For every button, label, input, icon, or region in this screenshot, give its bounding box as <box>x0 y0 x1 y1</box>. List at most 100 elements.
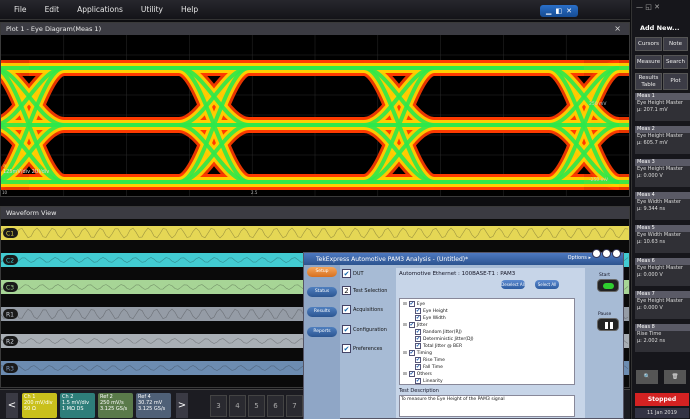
step-test-selection[interactable]: 2 Test Selection <box>342 286 387 295</box>
checkbox[interactable]: ✔ <box>415 343 421 349</box>
measurement-badge[interactable]: Meas 7 Eye Height Master μ: 0.000 V <box>635 291 690 319</box>
axis-tick-label: 2.5 <box>251 190 258 195</box>
test-item[interactable]: ✔ Deterministic Jitter(DJ) <box>415 336 474 342</box>
cursors-button[interactable]: Cursors <box>635 37 662 51</box>
nav-status[interactable]: Status <box>307 287 337 297</box>
pause-icon <box>605 322 608 329</box>
check-icon: ✔ <box>342 269 351 278</box>
deselect-all-button[interactable]: Deselect All <box>501 280 525 289</box>
test-item[interactable]: ✔ Eye Height <box>415 308 448 314</box>
checkbox[interactable]: ✔ <box>415 336 421 342</box>
checkbox[interactable]: ✔ <box>415 315 421 321</box>
dialog-window-buttons <box>592 249 621 258</box>
axis-tick-label: 10 <box>2 190 8 195</box>
test-item[interactable]: ✔ Total Jitter @ BER <box>415 343 462 349</box>
step-number-icon: 2 <box>342 286 351 295</box>
measurement-badge[interactable]: Meas 1 Eye Height Master μ: 207.1 mV <box>635 93 690 121</box>
measurement-badge[interactable]: Meas 2 Eye Height Master μ: 605.7 mV <box>635 126 690 154</box>
measurement-badge[interactable]: Meas 5 Eye Width Master μ: 10.63 ns <box>635 225 690 253</box>
channel-button-5[interactable]: 5 <box>248 395 265 417</box>
options-menu[interactable]: Options ▸ <box>568 255 591 261</box>
check-icon: ✔ <box>342 344 351 353</box>
test-item[interactable]: ⊟ ✔ Eye <box>403 301 425 307</box>
scope-app: File Edit Applications Utility Help ▁ ◧ … <box>0 0 690 419</box>
system-tray[interactable]: ▁ ◧ ✕ <box>540 5 578 17</box>
plot-close-icon[interactable]: × <box>614 24 621 33</box>
test-item[interactable]: ✔ Fall Time <box>415 364 443 370</box>
nav-setup[interactable]: Setup <box>307 267 337 277</box>
step-configuration[interactable]: ✔ Configuration <box>342 325 387 334</box>
waveform-title: Waveform View <box>6 209 57 217</box>
step-dut[interactable]: ✔ DUT <box>342 269 364 278</box>
zoom-icon[interactable]: 🔍 <box>636 370 658 384</box>
measurement-badge[interactable]: Meas 8 Rise Time μ: 2.002 ns <box>635 324 690 352</box>
checkbox[interactable]: ✔ <box>408 371 415 377</box>
channel-badge-ch2[interactable]: Ch 2 1.5 mV/div 1 MΩ DS <box>60 393 95 418</box>
channel-badge-ch1[interactable]: Ch 1 200 mV/div 50 Ω <box>22 393 57 418</box>
collapse-icon[interactable]: ⊟ <box>403 302 407 307</box>
trash-icon[interactable]: 🗑 <box>664 370 686 384</box>
pause-button[interactable] <box>597 318 619 331</box>
checkbox[interactable]: ✔ <box>415 357 421 363</box>
channel-button-4[interactable]: 4 <box>229 395 246 417</box>
measurement-badge[interactable]: Meas 4 Eye Width Master μ: 9.344 ns <box>635 192 690 220</box>
measure-button[interactable]: Measure <box>635 55 662 69</box>
channel-badge-ref4[interactable]: Ref 4 30.72 mV 3.125 GS/s <box>136 393 171 418</box>
test-item[interactable]: ✔ Rise Time <box>415 357 445 363</box>
step-preferences[interactable]: ✔ Preferences <box>342 344 382 353</box>
channel-button-3[interactable]: 3 <box>210 395 227 417</box>
measurement-badge[interactable]: Meas 3 Eye Height Master μ: 0.000 V <box>635 159 690 187</box>
select-all-button[interactable]: Select All <box>535 280 559 289</box>
nav-reports[interactable]: Reports <box>307 327 337 337</box>
search-button[interactable]: Search <box>663 55 688 69</box>
channel-badge-ref2[interactable]: Ref 2 250 mV/s 3.125 GS/s <box>98 393 133 418</box>
collapse-icon[interactable]: ⊟ <box>403 351 407 356</box>
close-icon[interactable] <box>612 249 621 258</box>
menu-file[interactable]: File <box>14 5 27 14</box>
test-item[interactable]: ⊟ ✔ Timing <box>403 350 432 356</box>
prev-channels-button[interactable]: < <box>6 393 18 418</box>
channel-button-7[interactable]: 7 <box>286 395 303 417</box>
start-button[interactable] <box>597 279 619 292</box>
check-icon: ✔ <box>342 325 351 334</box>
run-controls: Start Pause <box>594 265 622 365</box>
note-button[interactable]: Note <box>663 37 688 51</box>
channel-button-6[interactable]: 6 <box>267 395 284 417</box>
menu-utility[interactable]: Utility <box>141 5 163 14</box>
menu-bar: File Edit Applications Utility Help ▁ ◧ … <box>0 0 630 20</box>
collapse-icon[interactable]: ⊟ <box>403 372 407 377</box>
collapse-icon[interactable]: ⊟ <box>403 323 407 328</box>
test-item[interactable]: ✔ Random Jitter(RJ) <box>415 329 462 335</box>
close-icon[interactable]: ✕ <box>566 7 572 15</box>
test-selection-panel: Automotive Ethernet : 100BASE-T1 : PAM3 … <box>396 268 585 418</box>
results-table-button[interactable]: Results Table <box>635 73 662 90</box>
menu-edit[interactable]: Edit <box>45 5 60 14</box>
checkbox[interactable]: ✔ <box>408 322 415 328</box>
minimize-icon[interactable]: ▁ <box>546 7 551 15</box>
nav-results[interactable]: Results <box>307 307 337 317</box>
checkbox[interactable]: ✔ <box>408 301 415 307</box>
checkbox[interactable]: ✔ <box>408 350 415 356</box>
menu-applications[interactable]: Applications <box>77 5 123 14</box>
test-item[interactable]: ✔ Eye Width <box>415 315 446 321</box>
next-channels-button[interactable]: > <box>176 393 188 418</box>
measurement-badge[interactable]: Meas 6 Eye Height Master μ: 0.000 V <box>635 258 690 286</box>
help-icon[interactable] <box>592 249 601 258</box>
check-icon: ✔ <box>342 305 351 314</box>
stopped-status[interactable]: Stopped <box>635 393 689 406</box>
window-controls[interactable]: — ◱ ✕ <box>636 3 660 11</box>
step-acquisitions[interactable]: ✔ Acquisitions <box>342 305 383 314</box>
channel-label-text: R3 <box>6 366 14 373</box>
plot-button[interactable]: Plot <box>663 73 688 90</box>
menu-help[interactable]: Help <box>181 5 198 14</box>
test-item[interactable]: ⊟ ✔ Jitter <box>403 322 428 328</box>
test-item[interactable]: ⊟ ✔ Others <box>403 371 432 377</box>
checkbox[interactable]: ✔ <box>415 378 421 384</box>
checkbox[interactable]: ✔ <box>415 364 421 370</box>
minimize-icon[interactable] <box>602 249 611 258</box>
checkbox[interactable]: ✔ <box>415 308 421 314</box>
restore-icon[interactable]: ◧ <box>555 7 562 15</box>
eye-diagram-canvas[interactable]: 10 2.5 250 mV -250 mV <box>1 35 629 196</box>
checkbox[interactable]: ✔ <box>415 329 421 335</box>
test-item[interactable]: ✔ Linearity <box>415 378 443 384</box>
